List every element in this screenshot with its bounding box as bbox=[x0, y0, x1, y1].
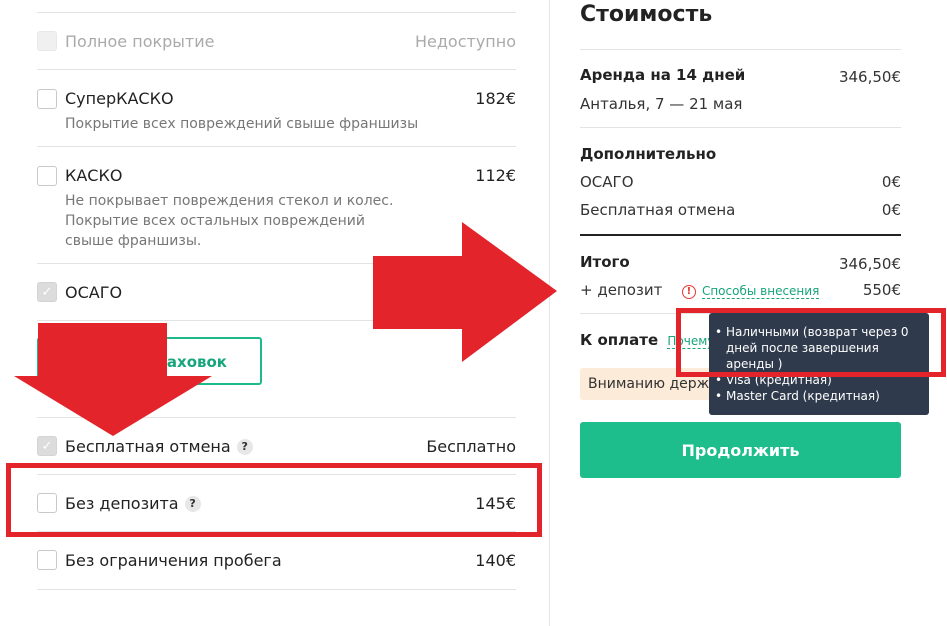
summary-title: Стоимость bbox=[580, 2, 713, 27]
deposit-methods-link[interactable]: Способы внесения bbox=[701, 284, 820, 299]
total-price: 346,50€ bbox=[838, 255, 901, 273]
summary-extra-price: 0€ bbox=[881, 201, 901, 219]
summary-extra-label: Бесплатная отмена bbox=[580, 201, 736, 219]
rental-location-dates: Анталья, 7 — 21 мая bbox=[580, 95, 743, 113]
extras-heading: Дополнительно bbox=[580, 145, 717, 163]
checkbox-super-kasko[interactable] bbox=[37, 89, 57, 109]
option-price: Недоступно bbox=[414, 32, 516, 51]
help-icon[interactable]: ? bbox=[236, 439, 253, 455]
summary-extra-label: ОСАГО bbox=[580, 173, 634, 191]
pay-label: К оплате bbox=[580, 331, 659, 349]
option-description: Не покрывает повреждения стекол и колес.… bbox=[65, 193, 394, 249]
divider bbox=[580, 49, 901, 50]
divider bbox=[37, 320, 516, 321]
rental-label: Аренда на 14 дней bbox=[580, 66, 746, 84]
option-full-coverage: Полное покрытие Недоступно bbox=[37, 31, 516, 53]
option-label: СуперКАСКО bbox=[65, 89, 174, 108]
divider bbox=[37, 146, 516, 147]
divider bbox=[37, 417, 516, 418]
warning-icon: ! bbox=[681, 285, 696, 299]
option-label: КАСКО bbox=[65, 166, 123, 185]
option-osago: ✓ ОСАГО bbox=[37, 282, 516, 304]
checkbox-osago: ✓ bbox=[37, 282, 57, 302]
payment-method-item: Master Card (кредитная) bbox=[715, 388, 911, 404]
checkbox-kasko[interactable] bbox=[37, 166, 57, 186]
option-kasko[interactable]: КАСКО 112€ Не покрывает повреждения стек… bbox=[37, 165, 516, 255]
option-super-kasko[interactable]: СуперКАСКО 182€ Покрытие всех повреждени… bbox=[37, 88, 516, 138]
extra-price: Бесплатно bbox=[426, 437, 516, 456]
extra-unlimited-mileage[interactable]: Без ограничения пробега 140€ bbox=[37, 550, 516, 572]
deposit-row: + депозит ! Способы внесения bbox=[580, 281, 820, 299]
divider bbox=[37, 263, 516, 264]
divider bbox=[580, 127, 901, 128]
divider bbox=[37, 69, 516, 70]
option-label: ОСАГО bbox=[65, 283, 123, 302]
insurance-button-label: раховок bbox=[156, 353, 227, 371]
extra-free-cancellation: ✓ Бесплатная отмена? Бесплатно bbox=[37, 436, 516, 458]
insurance-button[interactable]: раховок bbox=[37, 337, 262, 385]
extra-label: Бесплатная отмена bbox=[65, 437, 231, 456]
extra-label-group: Бесплатная отмена? bbox=[65, 437, 253, 456]
check-icon: ✓ bbox=[41, 284, 53, 300]
checkbox-full-coverage bbox=[37, 31, 57, 51]
summary-extra-price: 0€ bbox=[881, 173, 901, 191]
notice-text: Вниманию держа bbox=[588, 376, 718, 392]
annotation-box-no-deposit bbox=[6, 463, 542, 537]
extra-price: 140€ bbox=[475, 551, 516, 570]
continue-button[interactable]: Продолжить bbox=[580, 422, 901, 478]
check-icon: ✓ bbox=[41, 438, 53, 454]
option-price: 112€ bbox=[475, 166, 516, 185]
extra-label: Без ограничения пробега bbox=[65, 551, 282, 570]
divider bbox=[37, 12, 516, 13]
annotation-box-tooltip bbox=[676, 308, 946, 377]
checkbox-free-cancellation: ✓ bbox=[37, 436, 57, 456]
panel-divider bbox=[549, 0, 550, 626]
option-description: Покрытие всех повреждений свыше франшизы bbox=[65, 116, 419, 132]
deposit-label: + депозит bbox=[580, 281, 663, 299]
checkbox-unlimited-mileage[interactable] bbox=[37, 550, 57, 570]
total-label: Итого bbox=[580, 253, 630, 271]
deposit-price: 550€ bbox=[862, 281, 901, 299]
option-price: 182€ bbox=[475, 89, 516, 108]
rental-price: 346,50€ bbox=[838, 68, 901, 86]
option-label: Полное покрытие bbox=[65, 32, 215, 51]
divider bbox=[37, 589, 516, 590]
total-divider bbox=[580, 234, 901, 236]
continue-label: Продолжить bbox=[681, 441, 800, 460]
